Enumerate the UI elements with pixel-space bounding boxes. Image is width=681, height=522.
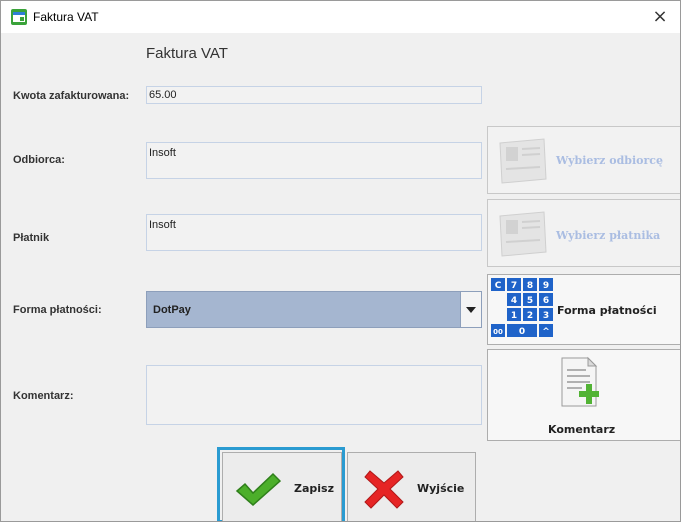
exit-button[interactable]: Wyjście bbox=[347, 452, 476, 521]
save-button[interactable]: Zapisz bbox=[222, 452, 342, 521]
svg-text:0: 0 bbox=[519, 327, 525, 337]
title-bar: Faktura VAT × bbox=[1, 1, 680, 33]
address-card-icon bbox=[499, 138, 547, 184]
amount-field[interactable]: 65.00 bbox=[146, 86, 482, 104]
svg-text:1: 1 bbox=[511, 311, 517, 321]
select-recipient-button[interactable]: Wybierz odbiorcę bbox=[487, 126, 680, 194]
keypad-icon: C 7 8 9 4 5 6 1 2 3 00 0 ^ bbox=[491, 278, 553, 337]
payment-method-button[interactable]: C 7 8 9 4 5 6 1 2 3 00 0 ^ Forma płatnoś… bbox=[487, 274, 680, 345]
document-add-icon bbox=[561, 356, 599, 407]
dialog-window: Faktura VAT × Faktura VAT Kwota zafaktur… bbox=[0, 0, 681, 522]
select-payer-button[interactable]: Wybierz płatnika bbox=[487, 199, 680, 267]
payer-field[interactable]: Insoft bbox=[146, 214, 482, 251]
payment-select[interactable]: DotPay bbox=[146, 291, 482, 328]
svg-text:2: 2 bbox=[527, 311, 533, 321]
payment-method-label: Forma płatności bbox=[557, 304, 657, 317]
cross-icon bbox=[364, 470, 404, 509]
app-window-icon bbox=[11, 9, 27, 25]
svg-text:4: 4 bbox=[511, 296, 517, 306]
comment-button-label: Komentarz bbox=[548, 423, 616, 436]
comment-label: Komentarz: bbox=[13, 390, 74, 402]
comment-field[interactable] bbox=[146, 365, 482, 425]
amount-label: Kwota zafakturowana: bbox=[13, 90, 130, 102]
comment-button[interactable]: Komentarz bbox=[487, 349, 680, 441]
exit-button-label: Wyjście bbox=[417, 482, 465, 495]
payment-select-value: DotPay bbox=[153, 304, 191, 316]
svg-text:9: 9 bbox=[543, 281, 549, 291]
svg-text:C: C bbox=[495, 281, 502, 291]
close-icon[interactable]: × bbox=[640, 1, 680, 33]
recipient-field[interactable]: Insoft bbox=[146, 142, 482, 179]
payer-label: Płatnik bbox=[13, 232, 50, 244]
svg-text:6: 6 bbox=[543, 296, 549, 306]
checkmark-icon bbox=[235, 472, 281, 506]
select-payer-label: Wybierz płatnika bbox=[556, 229, 661, 242]
select-recipient-label: Wybierz odbiorcę bbox=[556, 154, 663, 167]
save-button-label: Zapisz bbox=[294, 482, 334, 495]
address-card-icon bbox=[499, 211, 547, 257]
svg-text:^: ^ bbox=[542, 327, 550, 337]
svg-text:5: 5 bbox=[527, 296, 533, 306]
svg-text:7: 7 bbox=[511, 281, 517, 291]
payment-label: Forma płatności: bbox=[13, 304, 102, 316]
form-heading: Faktura VAT bbox=[146, 45, 228, 62]
recipient-label: Odbiorca: bbox=[13, 154, 65, 166]
svg-text:8: 8 bbox=[527, 281, 533, 291]
chevron-down-icon[interactable] bbox=[460, 292, 481, 327]
window-title: Faktura VAT bbox=[33, 10, 99, 24]
svg-text:3: 3 bbox=[543, 311, 549, 321]
svg-text:00: 00 bbox=[493, 328, 503, 336]
